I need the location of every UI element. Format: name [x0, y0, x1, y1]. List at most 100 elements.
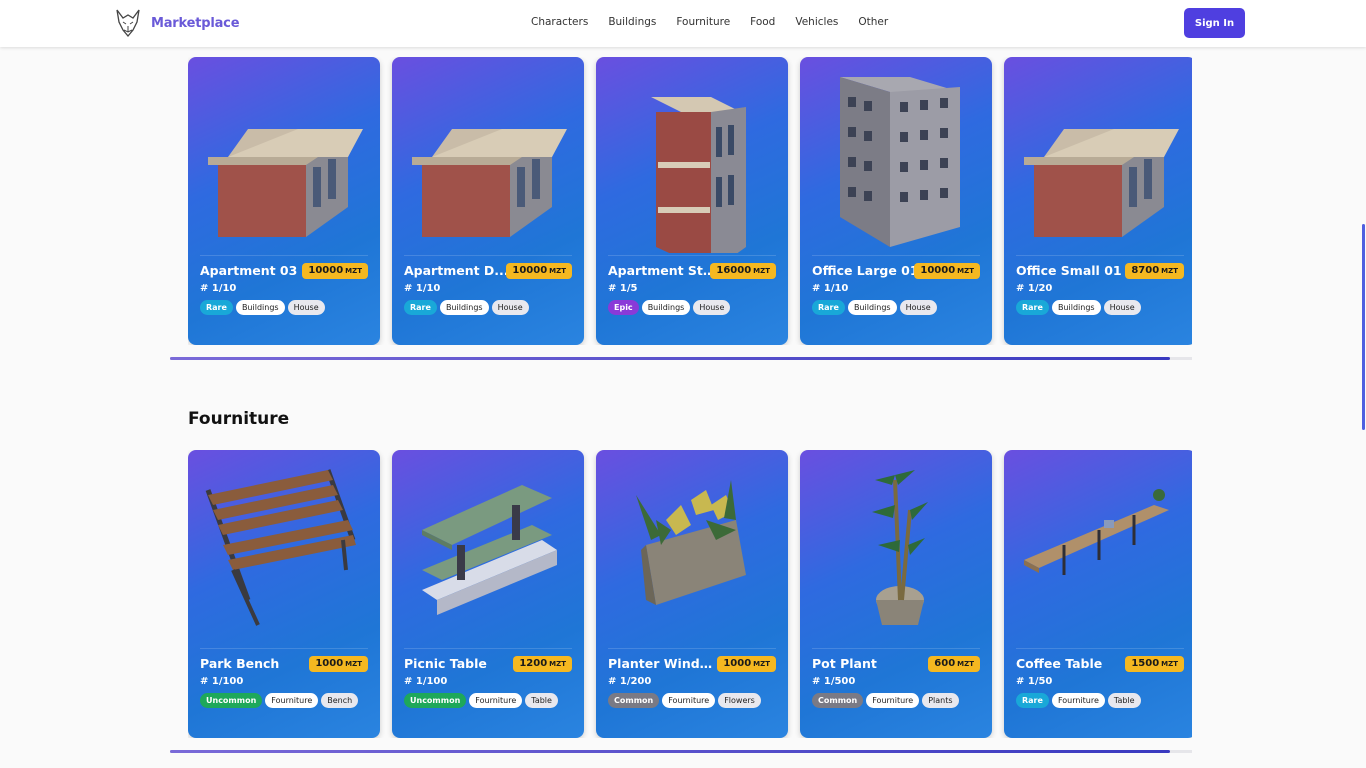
- card-divider: [200, 255, 368, 256]
- subcategory-tag[interactable]: Plants: [922, 693, 959, 708]
- price-value: 16000: [716, 265, 752, 276]
- edition-number: # 1/100: [200, 676, 244, 687]
- carousel-scrollbar-thumb[interactable]: [170, 357, 1170, 360]
- price-value: 1000: [315, 658, 344, 669]
- card-title: Planter Window: [608, 656, 716, 671]
- price-badge: 10000 MZT: [506, 263, 572, 279]
- rarity-tag[interactable]: Rare: [200, 300, 233, 315]
- nav-fourniture[interactable]: Fourniture: [676, 16, 730, 28]
- card-title: Park Bench: [200, 656, 280, 671]
- picnic-table-icon: [392, 450, 584, 646]
- tag-list: Rare Fourniture Table: [1016, 693, 1186, 708]
- price-value: 1200: [519, 658, 548, 669]
- building-icon: [392, 57, 584, 253]
- card-divider: [608, 648, 776, 649]
- subcategory-tag[interactable]: Flowers: [718, 693, 761, 708]
- price-badge: 10000 MZT: [302, 263, 368, 279]
- card-divider: [404, 255, 572, 256]
- product-card[interactable]: Apartment D... 10000 MZT # 1/10 Rare Building…: [392, 57, 584, 345]
- carousel-scrollbar[interactable]: [170, 357, 1192, 360]
- rarity-tag[interactable]: Rare: [1016, 693, 1049, 708]
- product-card[interactable]: Pot Plant 600 MZT # 1/500 Common Fourniture Pl…: [800, 450, 992, 738]
- product-card[interactable]: Office Small 01 8700 MZT # 1/20 Rare Building…: [1004, 57, 1192, 345]
- category-tag[interactable]: Fourniture: [469, 693, 523, 708]
- rarity-tag[interactable]: Common: [608, 693, 660, 708]
- card-title: Apartment St...: [608, 263, 716, 278]
- rarity-tag[interactable]: Uncommon: [404, 693, 467, 708]
- pot-plant-icon: [800, 450, 992, 646]
- category-tag[interactable]: Buildings: [1051, 300, 1101, 315]
- product-card[interactable]: Planter Window 1000 MZT # 1/200 Common Fourni…: [596, 450, 788, 738]
- card-divider: [404, 648, 572, 649]
- subcategory-tag[interactable]: House: [491, 300, 529, 315]
- brand-name: Marketplace: [151, 15, 240, 31]
- nav-other[interactable]: Other: [858, 16, 888, 28]
- carousel-scrollbar-thumb[interactable]: [170, 750, 1170, 753]
- product-card[interactable]: Apartment St... 16000 MZT # 1/5 Epic Building…: [596, 57, 788, 345]
- subcategory-tag[interactable]: House: [899, 300, 937, 315]
- price-value: 10000: [308, 265, 344, 276]
- edition-number: # 1/10: [200, 283, 237, 294]
- card-divider: [608, 255, 776, 256]
- category-tag[interactable]: Fourniture: [265, 693, 319, 708]
- price-badge: 16000 MZT: [710, 263, 776, 279]
- tag-list: Common Fourniture Flowers: [608, 693, 778, 708]
- price-unit: MZT: [753, 267, 770, 275]
- category-tag[interactable]: Fourniture: [866, 693, 920, 708]
- product-card[interactable]: Office Large 01 10000 MZT # 1/10 Rare Buildin…: [800, 57, 992, 345]
- product-card[interactable]: Apartment 03 10000 MZT # 1/10 Rare Buildings H…: [188, 57, 380, 345]
- price-value: 8700: [1131, 265, 1160, 276]
- price-value: 10000: [920, 265, 956, 276]
- rarity-tag[interactable]: Rare: [1016, 300, 1049, 315]
- price-badge: 1500 MZT: [1125, 656, 1184, 672]
- tag-list: Uncommon Fourniture Bench: [200, 693, 370, 708]
- subcategory-tag[interactable]: Table: [1107, 693, 1141, 708]
- price-badge: 8700 MZT: [1125, 263, 1184, 279]
- price-badge: 10000 MZT: [914, 263, 980, 279]
- card-divider: [1016, 255, 1184, 256]
- brand[interactable]: Marketplace: [115, 8, 240, 38]
- page-scrollbar-thumb[interactable]: [1362, 224, 1365, 430]
- price-badge: 600 MZT: [928, 656, 980, 672]
- category-tag[interactable]: Fourniture: [662, 693, 716, 708]
- tower-icon: [596, 57, 788, 253]
- product-card[interactable]: Coffee Table 1500 MZT # 1/50 Rare Fourniture T…: [1004, 450, 1192, 738]
- category-tag[interactable]: Buildings: [847, 300, 897, 315]
- nav-vehicles[interactable]: Vehicles: [795, 16, 838, 28]
- price-badge: 1200 MZT: [513, 656, 572, 672]
- category-tag[interactable]: Fourniture: [1051, 693, 1105, 708]
- subcategory-tag[interactable]: House: [693, 300, 731, 315]
- card-title: Pot Plant: [812, 656, 877, 671]
- price-badge: 1000 MZT: [717, 656, 776, 672]
- product-card[interactable]: Park Bench 1000 MZT # 1/100 Uncommon Fournitu…: [188, 450, 380, 738]
- card-row-buildings[interactable]: Apartment 03 10000 MZT # 1/10 Rare Buildings H…: [188, 57, 1192, 345]
- price-value: 600: [934, 658, 956, 669]
- tag-list: Rare Buildings House: [812, 300, 982, 315]
- nav-characters[interactable]: Characters: [531, 16, 588, 28]
- rarity-tag[interactable]: Common: [812, 693, 864, 708]
- edition-number: # 1/500: [812, 676, 856, 687]
- rarity-tag[interactable]: Rare: [812, 300, 845, 315]
- category-tag[interactable]: Buildings: [439, 300, 489, 315]
- edition-number: # 1/5: [608, 283, 638, 294]
- subcategory-tag[interactable]: House: [1103, 300, 1141, 315]
- rarity-tag[interactable]: Uncommon: [200, 693, 263, 708]
- nav-food[interactable]: Food: [750, 16, 775, 28]
- fox-logo-icon: [116, 9, 140, 38]
- category-tag[interactable]: Buildings: [641, 300, 691, 315]
- subcategory-tag[interactable]: Table: [525, 693, 558, 708]
- product-card[interactable]: Picnic Table 1200 MZT # 1/100 Uncommon Fourni…: [392, 450, 584, 738]
- subcategory-tag[interactable]: Bench: [321, 693, 359, 708]
- main-nav: Characters Buildings Fourniture Food Veh…: [531, 16, 908, 28]
- nav-buildings[interactable]: Buildings: [608, 16, 656, 28]
- category-tag[interactable]: Buildings: [235, 300, 285, 315]
- rarity-tag[interactable]: Epic: [608, 300, 639, 315]
- card-row-fourniture[interactable]: Park Bench 1000 MZT # 1/100 Uncommon Fournitu…: [188, 450, 1192, 738]
- section-title: Fourniture: [188, 409, 290, 429]
- tag-list: Common Fourniture Plants: [812, 693, 982, 708]
- sign-in-button[interactable]: Sign In: [1184, 8, 1245, 38]
- rarity-tag[interactable]: Rare: [404, 300, 437, 315]
- card-title: Coffee Table: [1016, 656, 1103, 671]
- carousel-scrollbar[interactable]: [170, 750, 1192, 753]
- subcategory-tag[interactable]: House: [287, 300, 325, 315]
